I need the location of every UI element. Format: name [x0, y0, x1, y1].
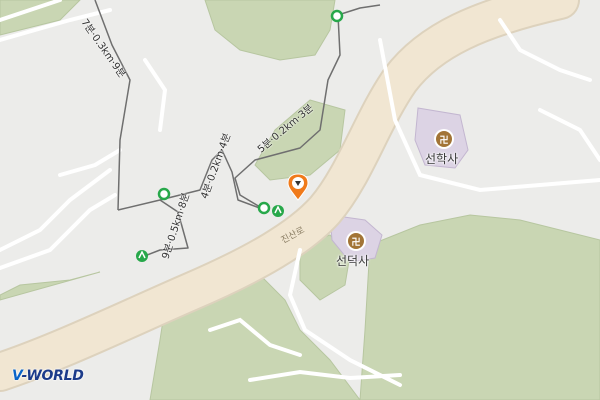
- buddhist-temple-icon[interactable]: 卍: [436, 131, 452, 147]
- trail-waypoint-marker: [257, 201, 271, 215]
- trail-waypoint-marker: [157, 187, 171, 201]
- temple-label-seondeoksa[interactable]: 선덕사: [336, 252, 369, 269]
- vworld-logo: V-WORLD: [12, 368, 84, 384]
- map-canvas[interactable]: [0, 0, 600, 400]
- trail-waypoint-marker: [330, 9, 344, 23]
- buddhist-temple-icon[interactable]: 卍: [348, 233, 364, 249]
- temple-label-seonhaksa[interactable]: 선학사: [425, 150, 458, 167]
